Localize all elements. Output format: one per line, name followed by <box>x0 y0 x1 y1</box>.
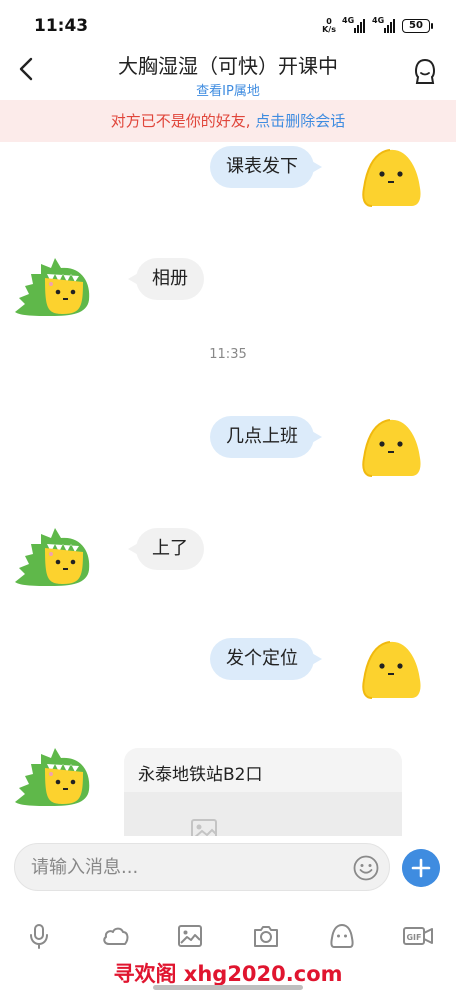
message-bubble-outgoing[interactable]: 几点上班 <box>210 416 322 458</box>
status-time: 11:43 <box>34 16 89 36</box>
delete-conversation-link[interactable]: 点击删除会话 <box>251 112 345 130</box>
image-placeholder-icon <box>191 819 217 836</box>
gif-icon[interactable]: GIF <box>402 922 434 950</box>
sticker-icon[interactable] <box>328 922 356 950</box>
chat-header: 大胸湿湿（可快）开课中 查看IP属地 <box>0 44 456 100</box>
chat-title: 大胸湿湿（可快）开课中 <box>118 54 338 78</box>
battery-icon: 50 <box>402 19 433 33</box>
emoji-icon[interactable] <box>353 855 379 881</box>
contact-avatar[interactable] <box>10 738 96 810</box>
warning-text: 对方已不是你的好友, <box>110 112 251 130</box>
message-input-box[interactable] <box>14 843 390 891</box>
my-avatar[interactable] <box>356 636 428 708</box>
network-speed: 0 K/s <box>322 18 336 34</box>
microphone-icon[interactable] <box>25 922 53 950</box>
site-watermark: 寻欢阁 xhg2020.com <box>113 962 343 986</box>
message-bubble-outgoing[interactable]: 课表发下 <box>210 146 322 188</box>
message-bubble-incoming[interactable]: 上了 <box>128 528 204 570</box>
network-speed-unit: K/s <box>322 25 336 34</box>
svg-text:GIF: GIF <box>406 933 421 942</box>
home-indicator[interactable] <box>153 985 303 990</box>
message-input[interactable] <box>31 844 341 890</box>
signal-icon: 4G <box>372 16 396 33</box>
location-map-preview <box>124 792 402 836</box>
signal-icon: 4G <box>342 16 366 33</box>
message-bubble-outgoing[interactable]: 发个定位 <box>210 638 322 680</box>
image-icon[interactable] <box>176 922 204 950</box>
location-title: 永泰地铁站B2口 <box>138 765 263 785</box>
message-list[interactable]: 课表发下 相册 11:35 几点上班 上了 发个定位 永泰地铁站B2口 <box>0 142 456 836</box>
message-bubble-incoming[interactable]: 相册 <box>128 258 204 300</box>
status-icons: 0 K/s 4G 4G 50 <box>322 16 433 34</box>
contact-avatar[interactable] <box>10 248 96 320</box>
my-avatar[interactable] <box>356 414 428 486</box>
cloud-icon[interactable] <box>100 922 130 950</box>
message-timestamp: 11:35 <box>209 347 247 362</box>
camera-icon[interactable] <box>252 922 280 950</box>
signal-label: 4G <box>342 16 355 25</box>
contact-avatar[interactable] <box>10 518 96 590</box>
add-attachment-button[interactable] <box>402 849 440 887</box>
signal-label: 4G <box>372 16 385 25</box>
my-avatar[interactable] <box>356 144 428 216</box>
view-ip-location-link[interactable]: 查看IP属地 <box>0 80 456 99</box>
profile-icon[interactable] <box>412 58 438 86</box>
input-row <box>0 836 456 900</box>
location-message-card[interactable]: 永泰地铁站B2口 <box>124 748 402 836</box>
not-friend-warning: 对方已不是你的好友, 点击删除会话 <box>0 100 456 142</box>
